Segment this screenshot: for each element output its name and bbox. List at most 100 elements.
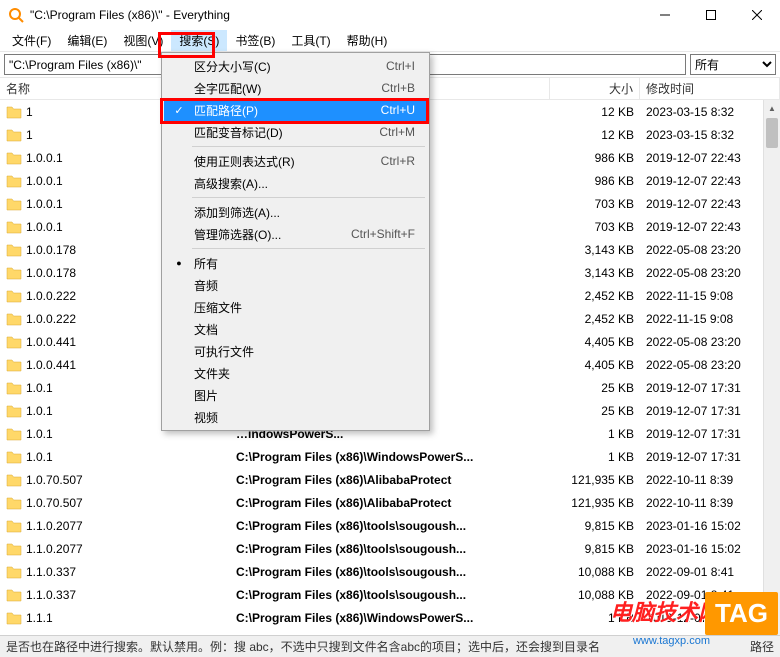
menu-item-17[interactable]: 图片 (164, 384, 427, 406)
folder-icon (6, 220, 22, 234)
menu-item-label: 匹配路径(P) (190, 102, 381, 119)
file-size: 12 KB (550, 128, 640, 142)
menu-item-16[interactable]: 文件夹 (164, 362, 427, 384)
file-path: C:\Program Files (x86)\WindowsPowerS... (230, 634, 550, 635)
file-date: 2023-01-16 15:02 (640, 519, 780, 533)
vertical-scrollbar[interactable]: ▲ ▼ (763, 100, 780, 635)
table-row[interactable]: 1.1.0.2077C:\Program Files (x86)\tools\s… (0, 514, 780, 537)
file-size: 121,935 KB (550, 496, 640, 510)
folder-icon (6, 634, 22, 635)
menu-item-13[interactable]: 压缩文件 (164, 296, 427, 318)
file-name: 1.0.1 (26, 404, 53, 418)
file-date: 2022-10-11 8:39 (640, 496, 780, 510)
file-size: 25 KB (550, 404, 640, 418)
file-name: 1.0.0.1 (26, 151, 63, 165)
menu-item-label: 图片 (190, 387, 415, 404)
table-row[interactable]: 1.0.1C:\Program Files (x86)\WindowsPower… (0, 445, 780, 468)
maximize-button[interactable] (688, 0, 734, 30)
menu-item-1[interactable]: 全字匹配(W)Ctrl+B (164, 77, 427, 99)
file-path: C:\Program Files (x86)\WindowsPowerS... (230, 450, 550, 464)
menu-item-8[interactable]: 添加到筛选(A)... (164, 201, 427, 223)
file-date: 2022-05-08 23:20 (640, 335, 780, 349)
menu-item-shortcut: Ctrl+Shift+F (351, 227, 423, 241)
menu-item-12[interactable]: 音频 (164, 274, 427, 296)
table-row[interactable]: 1.0.70.507C:\Program Files (x86)\Alibaba… (0, 468, 780, 491)
check-icon: ✓ (168, 104, 190, 117)
menu-item-label: 所有 (190, 255, 415, 272)
file-name: 1.0.0.441 (26, 358, 76, 372)
menu-item-2[interactable]: ✓匹配路径(P)Ctrl+U (164, 99, 427, 121)
file-name: 1.0.1 (26, 427, 53, 441)
close-button[interactable] (734, 0, 780, 30)
menu-1[interactable]: 编辑(E) (59, 30, 115, 51)
menu-6[interactable]: 帮助(H) (339, 30, 396, 51)
menu-item-14[interactable]: 文档 (164, 318, 427, 340)
folder-icon (6, 358, 22, 372)
file-size: 703 KB (550, 220, 640, 234)
file-date: 2019-12-07 17:31 (640, 381, 780, 395)
folder-icon (6, 266, 22, 280)
table-row[interactable]: 1.0.70.507C:\Program Files (x86)\Alibaba… (0, 491, 780, 514)
file-name: 1.1.1 (26, 634, 53, 635)
file-name: 1.0.0.1 (26, 174, 63, 188)
file-size: 9,815 KB (550, 519, 640, 533)
file-size: 10,088 KB (550, 565, 640, 579)
watermark-url: www.tagxp.com (633, 635, 710, 647)
col-date[interactable]: 修改时间 (640, 78, 780, 99)
file-date: 2019-12-07 22:43 (640, 174, 780, 188)
menu-separator (192, 197, 425, 198)
menu-item-shortcut: Ctrl+U (381, 103, 423, 117)
menu-3[interactable]: 搜索(S) (171, 30, 227, 51)
menu-2[interactable]: 视图(V) (115, 30, 171, 51)
file-name: 1.1.1 (26, 611, 53, 625)
file-size: 25 KB (550, 381, 640, 395)
scroll-up-icon[interactable]: ▲ (764, 100, 780, 117)
file-size: 3,143 KB (550, 266, 640, 280)
menu-item-3[interactable]: 匹配变音标记(D)Ctrl+M (164, 121, 427, 143)
file-size: 12 KB (550, 105, 640, 119)
menu-separator (192, 146, 425, 147)
menu-item-label: 添加到筛选(A)... (190, 204, 415, 221)
file-size: 121,935 KB (550, 473, 640, 487)
menu-0[interactable]: 文件(F) (4, 30, 59, 51)
table-row[interactable]: 1.1.0.2077C:\Program Files (x86)\tools\s… (0, 537, 780, 560)
menu-4[interactable]: 书签(B) (227, 30, 283, 51)
file-size: 1 KB (550, 450, 640, 464)
menu-item-label: 使用正则表达式(R) (190, 153, 381, 170)
table-row[interactable]: 1.1.0.337C:\Program Files (x86)\tools\so… (0, 560, 780, 583)
file-size: 4,405 KB (550, 335, 640, 349)
menu-item-15[interactable]: 可执行文件 (164, 340, 427, 362)
statusbar-right: 路径 (750, 638, 774, 655)
file-date: 2023-03-15 8:32 (640, 128, 780, 142)
folder-icon (6, 243, 22, 257)
file-date: 2022-05-08 23:20 (640, 266, 780, 280)
menu-item-label: 视频 (190, 409, 415, 426)
col-size[interactable]: 大小 (550, 78, 640, 99)
folder-icon (6, 335, 22, 349)
statusbar-text: 是否也在路径中进行搜索。默认禁用。例：搜 abc，不选中只搜到文件名含abc的项… (6, 638, 600, 655)
menu-item-11[interactable]: ●所有 (164, 252, 427, 274)
file-size: 1 KB (550, 427, 640, 441)
minimize-button[interactable] (642, 0, 688, 30)
file-name: 1.0.0.178 (26, 266, 76, 280)
menu-5[interactable]: 工具(T) (283, 30, 338, 51)
menu-item-label: 高级搜索(A)... (190, 175, 415, 192)
filter-select[interactable]: 所有 (690, 54, 776, 75)
file-name: 1.1.0.337 (26, 565, 76, 579)
file-name: 1.0.0.1 (26, 220, 63, 234)
file-name: 1.1.0.337 (26, 588, 76, 602)
folder-icon (6, 427, 22, 441)
menu-item-9[interactable]: 管理筛选器(O)...Ctrl+Shift+F (164, 223, 427, 245)
folder-icon (6, 542, 22, 556)
file-path: C:\Program Files (x86)\tools\sougoush... (230, 588, 550, 602)
file-date: 2019-12-07 22:43 (640, 197, 780, 211)
table-row[interactable]: 1.1.1 C:\Program Files (x86)\WindowsPower… (0, 629, 780, 634)
file-date: 2022-10-11 8:39 (640, 473, 780, 487)
folder-icon (6, 174, 22, 188)
menu-item-5[interactable]: 使用正则表达式(R)Ctrl+R (164, 150, 427, 172)
menu-item-6[interactable]: 高级搜索(A)... (164, 172, 427, 194)
scroll-thumb[interactable] (766, 118, 778, 148)
menu-item-0[interactable]: 区分大小写(C)Ctrl+I (164, 55, 427, 77)
folder-icon (6, 611, 22, 625)
menu-item-18[interactable]: 视频 (164, 406, 427, 428)
